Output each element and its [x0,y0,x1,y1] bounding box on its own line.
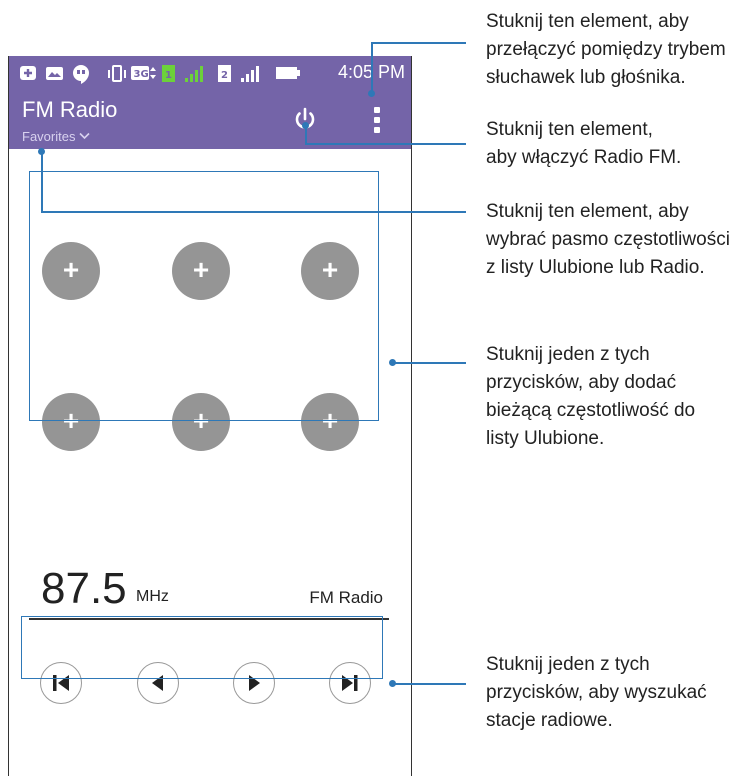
status-bar: 3G 1 2 4:05 PM [9,56,411,91]
3g-icon: 3G [131,64,159,86]
app-bar: FM Radio Favorites [9,91,411,149]
controls-callout: Stuknij jeden z tych przycisków, aby wys… [486,654,707,731]
svg-text:3G: 3G [134,69,149,80]
favorites-callout: Stuknij ten element, aby wybrać pasmo cz… [486,201,730,278]
controls-leader-line [395,683,466,685]
signal-icon [239,64,263,88]
favorites-leader-dot [38,148,45,155]
menu-leader-line [371,43,373,93]
overflow-menu-button[interactable] [367,105,387,135]
svg-text:1: 1 [165,70,172,81]
image-icon [45,64,65,86]
favorites-leader-line [41,151,43,212]
frequency-display: 87.5 MHz FM Radio [29,558,389,620]
frequency-unit: MHz [136,588,169,605]
signal-icon [183,64,207,88]
power-callout: Stuknij ten element, aby włączyć Radio F… [486,119,682,168]
power-leader-dot [302,122,309,129]
favorites-label: Favorites [22,129,76,144]
station-label: FM Radio [309,588,383,607]
controls-leader-dot [389,680,396,687]
frequency-value: 87.5 [41,564,127,613]
overflow-menu-icon [374,107,380,113]
app-title: FM Radio [22,97,118,122]
hangouts-icon [71,64,91,88]
presets-highlight-box [29,171,379,421]
controls-highlight-box [21,616,383,679]
sim2-icon: 2 [217,64,233,88]
menu-callout: Stuknij ten element, aby przełączyć pomi… [486,11,726,88]
favorites-dropdown[interactable]: Favorites [22,129,91,144]
chevron-down-icon [79,131,91,143]
plus-box-icon [19,64,39,86]
favorites-leader-line [41,211,466,213]
sim1-icon: 1 [161,64,177,88]
presets-leader-line [395,362,466,364]
vibrate-icon [106,64,128,88]
battery-icon [275,64,303,86]
presets-leader-dot [389,359,396,366]
presets-callout: Stuknij jeden z tych przycisków, aby dod… [486,344,696,449]
svg-text:2: 2 [221,70,228,81]
power-leader-line [305,143,466,145]
menu-leader-dot [368,90,375,97]
menu-leader-line [371,42,466,44]
